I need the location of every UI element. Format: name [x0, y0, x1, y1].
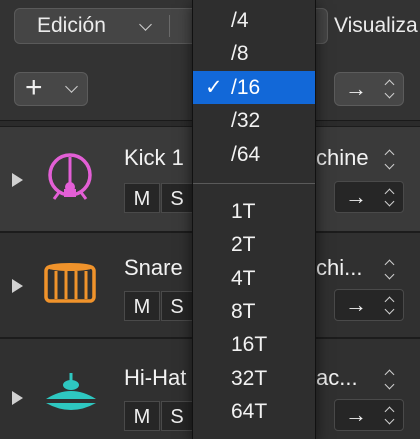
stepper-up-icon[interactable] [384, 149, 395, 160]
stepper-up-icon[interactable] [384, 259, 395, 270]
menu-item-32t[interactable]: 32T [193, 362, 315, 395]
stepper-down-icon [384, 196, 395, 207]
menu-item-16t[interactable]: 16T [193, 328, 315, 361]
menu-separator [193, 183, 315, 184]
stepper-down-icon[interactable] [384, 269, 395, 280]
arrow-button[interactable]: → [334, 72, 404, 106]
chevron-down-icon [65, 80, 78, 93]
disclosure-triangle-icon[interactable] [12, 391, 23, 405]
quantize-dropdown-menu: /4 /8 ✓ /16 /32 /64 1T 2T 4T 8T 16T 32T … [192, 0, 316, 439]
menu-item-4[interactable]: /4 [193, 4, 315, 37]
solo-button[interactable]: S [161, 183, 193, 213]
track-arrow-button[interactable]: → [334, 289, 404, 321]
menu-item-8t[interactable]: 8T [193, 295, 315, 328]
disclosure-triangle-icon[interactable] [12, 173, 23, 187]
hi-hat-icon [46, 373, 96, 410]
snare-drum-icon [44, 263, 96, 303]
menu-item-32[interactable]: /32 [193, 104, 315, 137]
chevron-down-icon [139, 18, 152, 31]
mute-button[interactable]: M [124, 183, 160, 213]
menu-item-64t[interactable]: 64T [193, 395, 315, 428]
menu-item-4t[interactable]: 4T [193, 262, 315, 295]
solo-button[interactable]: S [161, 291, 193, 321]
arrow-right-icon: → [345, 292, 367, 317]
track-name[interactable]: Snare [124, 255, 183, 281]
menu-item-64[interactable]: /64 [193, 138, 315, 171]
track-arrow-button[interactable]: → [334, 181, 404, 213]
stepper-down-icon[interactable] [384, 159, 395, 170]
stepper-down-icon [384, 304, 395, 315]
menu-item-1t[interactable]: 1T [193, 195, 315, 228]
arrow-right-icon: → [345, 76, 367, 101]
stepper-up-icon[interactable] [384, 369, 395, 380]
track-name[interactable]: Hi-Hat [124, 365, 186, 391]
track-name-tail: ac... [316, 365, 358, 390]
edicion-menu[interactable]: Edición [37, 9, 106, 43]
stepper-down-icon[interactable] [384, 379, 395, 390]
track-arrow-button[interactable]: → [334, 399, 404, 431]
menu-item-16-selected[interactable]: ✓ /16 [193, 71, 315, 104]
add-track-button[interactable]: + [14, 71, 88, 106]
track-name-tail: chine [316, 145, 369, 170]
track-name-tail: chi... [316, 255, 363, 280]
track-name[interactable]: Kick 1 [124, 145, 184, 171]
plus-icon: + [25, 71, 43, 104]
mute-button[interactable]: M [124, 291, 160, 321]
arrow-right-icon: → [345, 184, 367, 209]
visualizar-menu[interactable]: Visualiza [334, 9, 418, 43]
divider [169, 15, 170, 37]
checkmark-icon: ✓ [205, 76, 223, 99]
stepper-down-icon [384, 88, 395, 99]
menu-item-2t[interactable]: 2T [193, 228, 315, 261]
arrow-right-icon: → [345, 402, 367, 427]
bass-drum-icon [48, 153, 92, 200]
solo-button[interactable]: S [161, 401, 193, 431]
disclosure-triangle-icon[interactable] [12, 279, 23, 293]
stepper-down-icon [384, 414, 395, 425]
mute-button[interactable]: M [124, 401, 160, 431]
menu-item-8[interactable]: /8 [193, 37, 315, 70]
